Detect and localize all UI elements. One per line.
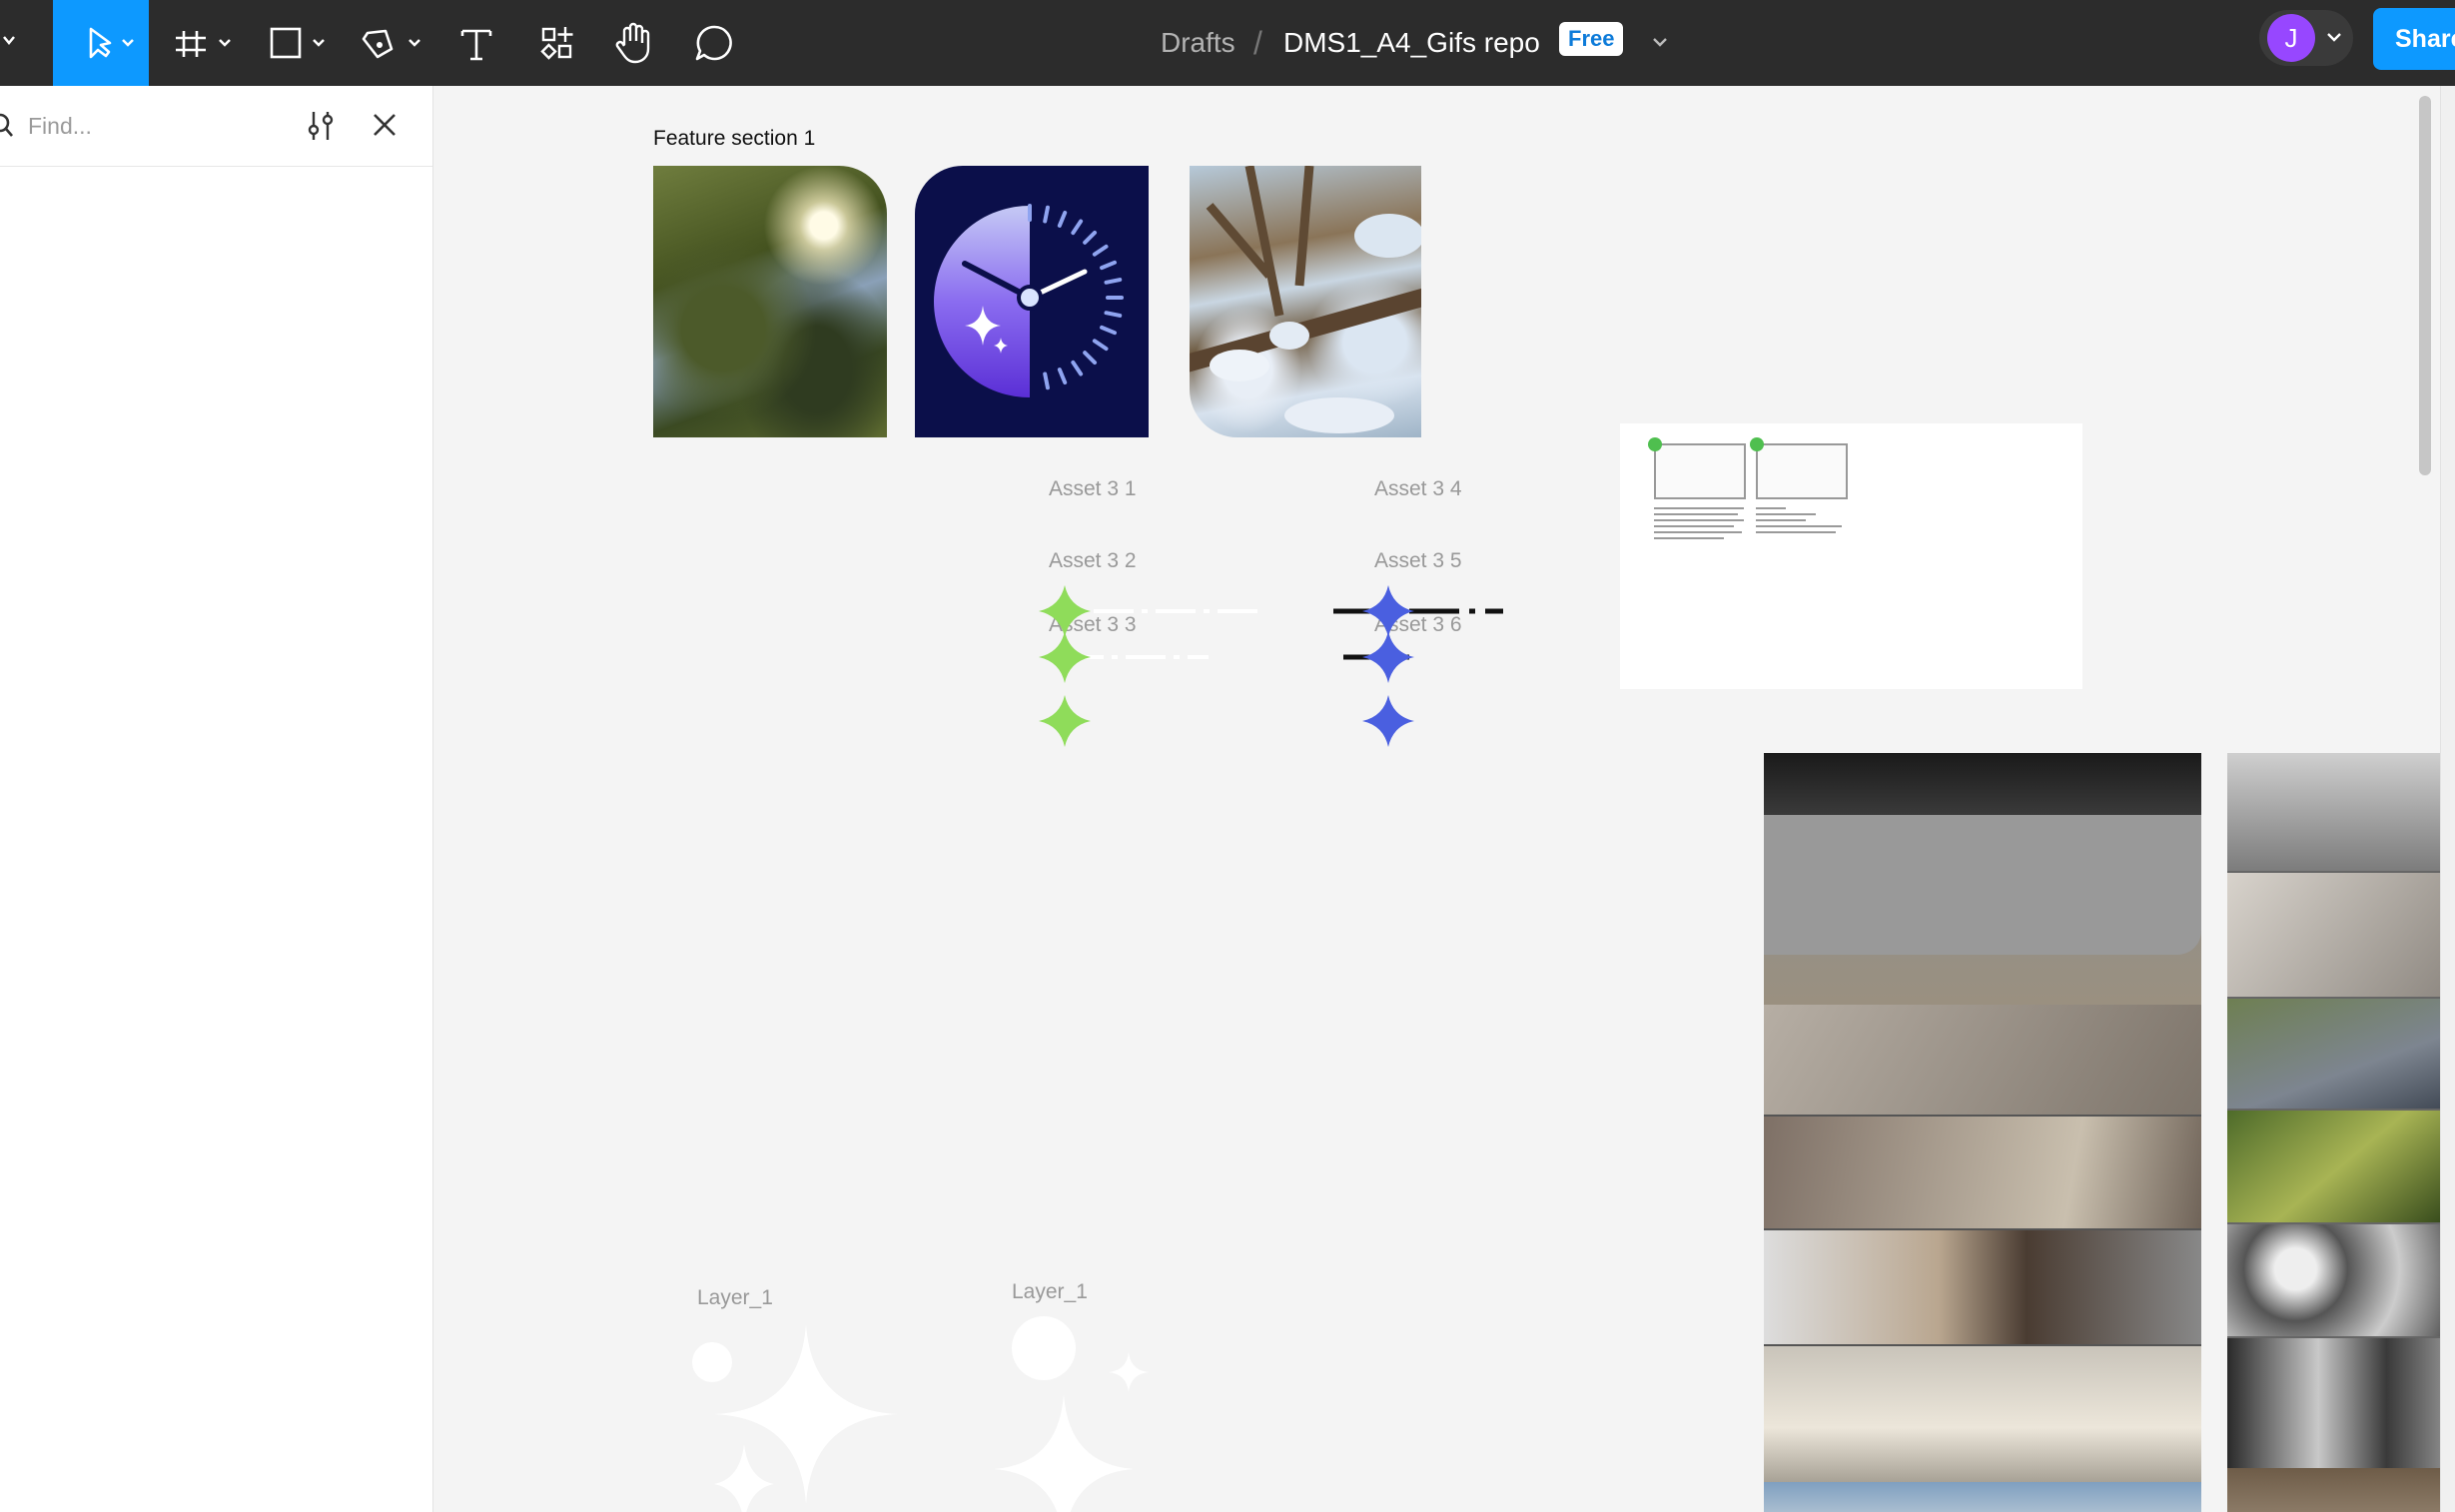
status-dot — [1648, 437, 1662, 451]
hand-tool-button[interactable] — [609, 0, 659, 86]
avatar[interactable]: J — [2267, 14, 2315, 62]
main-menu-button[interactable] — [0, 0, 30, 86]
storyboard-panel — [1654, 443, 1746, 499]
layers-panel — [0, 86, 433, 1512]
clock-ticks — [1028, 204, 1124, 390]
pen-icon — [362, 29, 420, 59]
layer-label[interactable]: Layer_1 — [697, 1286, 773, 1310]
move-tool-button[interactable] — [53, 0, 149, 86]
figma-app: Drafts / DMS1_A4_Gifs repo Free J Share — [0, 0, 2455, 1512]
filter-settings-icon[interactable] — [305, 108, 337, 144]
find-input[interactable] — [28, 106, 288, 146]
text-tool-button[interactable] — [451, 0, 501, 86]
status-dot — [1750, 437, 1764, 451]
asset-graphics — [1039, 585, 1503, 747]
photo-frames-strip[interactable] — [2227, 753, 2455, 1512]
right-panel-edge — [2440, 86, 2455, 1512]
find-bar — [0, 86, 432, 167]
asset-label[interactable]: Asset 3 4 — [1374, 477, 1462, 501]
section-label[interactable]: Feature section 1 — [653, 127, 815, 151]
video-frames-strip[interactable] — [1764, 753, 2201, 1512]
pen-tool-button[interactable] — [356, 0, 429, 86]
frame-icon — [176, 31, 231, 57]
resources-tool-button[interactable] — [532, 0, 582, 86]
frame-tool-button[interactable] — [170, 0, 240, 86]
breadcrumb-separator: / — [1253, 24, 1262, 61]
file-name[interactable]: DMS1_A4_Gifs repo — [1283, 0, 1540, 86]
vertical-scrollbar[interactable] — [2419, 96, 2431, 475]
clock-icon — [934, 204, 1124, 397]
sparkle-layers — [692, 1316, 1149, 1512]
comment-tool-button[interactable] — [689, 0, 739, 86]
storyboard-frame[interactable] — [1620, 423, 2082, 689]
rectangle-icon — [270, 27, 325, 59]
image-clock-illustration[interactable] — [915, 166, 1149, 437]
chevron-down-icon — [1653, 38, 1667, 47]
share-button[interactable]: Share — [2373, 8, 2455, 70]
branches-illustration — [1190, 166, 1421, 433]
close-icon[interactable] — [372, 112, 398, 138]
asset-label[interactable]: Asset 3 1 — [1049, 477, 1137, 501]
sparkle-star-icon — [1362, 695, 1414, 747]
sparkle-star-icon — [1362, 585, 1414, 637]
image-ice-branches[interactable] — [1190, 166, 1421, 437]
search-icon — [0, 113, 13, 137]
shape-tool-button[interactable] — [262, 0, 332, 86]
sparkle-star-icon — [1362, 631, 1414, 683]
resources-icon — [540, 27, 573, 60]
storyboard-panel — [1756, 443, 1848, 499]
plan-badge: Free — [1559, 22, 1624, 56]
layer-label[interactable]: Layer_1 — [1012, 1280, 1088, 1304]
breadcrumb-drafts[interactable]: Drafts — [1161, 0, 1235, 86]
chevron-down-icon — [3, 36, 15, 45]
star-icons — [1039, 585, 1414, 747]
file-menu-button[interactable] — [1646, 0, 1676, 86]
text-icon — [460, 29, 492, 61]
top-toolbar: Drafts / DMS1_A4_Gifs repo Free J Share — [0, 0, 2455, 86]
comment-icon — [695, 25, 732, 61]
chevron-down-icon — [2327, 33, 2341, 42]
image-trees-sunlight[interactable] — [653, 166, 887, 437]
cursor-icon — [89, 27, 134, 59]
sparkle-star-icon — [1039, 631, 1091, 683]
design-canvas[interactable]: Feature section 1 Asset 3 1 Asset 3 2 As… — [434, 86, 2455, 1512]
sparkle-star-icon — [1039, 585, 1091, 637]
sparkle-star-icon — [1039, 695, 1091, 747]
hand-icon — [615, 22, 650, 64]
